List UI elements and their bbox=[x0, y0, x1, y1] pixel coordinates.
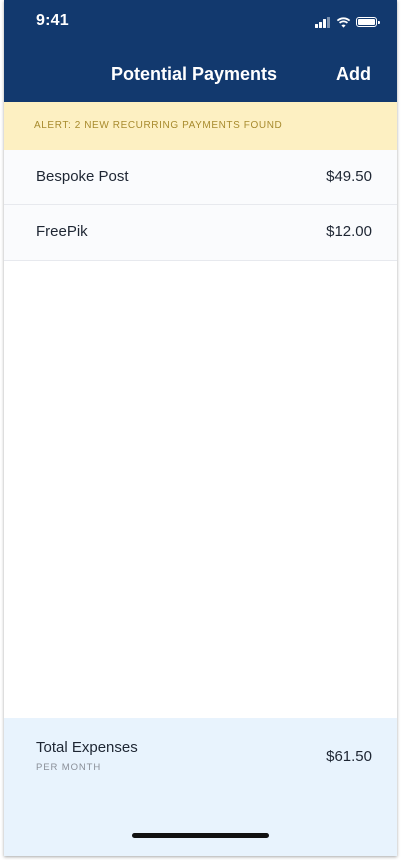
battery-icon bbox=[356, 17, 380, 27]
payment-row[interactable]: Bespoke Post $49.50 bbox=[4, 150, 397, 205]
payment-amount: $12.00 bbox=[326, 223, 372, 240]
phone-screen: 9:41 Potential Payments Add ALERT: 2 NEW… bbox=[4, 0, 397, 856]
app-header: 9:41 Potential Payments Add bbox=[4, 0, 397, 102]
total-expenses-label: Total Expenses bbox=[36, 739, 138, 756]
home-indicator[interactable] bbox=[132, 833, 269, 838]
wifi-icon bbox=[336, 16, 351, 28]
payment-name: FreePik bbox=[36, 223, 88, 240]
status-icons bbox=[315, 15, 380, 29]
total-expenses-footer: Total Expenses PER MONTH $61.50 bbox=[4, 718, 397, 856]
status-time: 9:41 bbox=[36, 12, 69, 29]
alert-banner: ALERT: 2 NEW RECURRING PAYMENTS FOUND bbox=[4, 102, 397, 150]
payment-name: Bespoke Post bbox=[36, 168, 129, 185]
per-month-label: PER MONTH bbox=[36, 762, 102, 773]
add-button[interactable]: Add bbox=[336, 64, 371, 85]
payment-amount: $49.50 bbox=[326, 168, 372, 185]
page-title: Potential Payments bbox=[110, 64, 278, 84]
payment-row[interactable]: FreePik $12.00 bbox=[4, 205, 397, 261]
total-expenses-amount: $61.50 bbox=[326, 748, 372, 765]
signal-icon bbox=[315, 16, 331, 28]
